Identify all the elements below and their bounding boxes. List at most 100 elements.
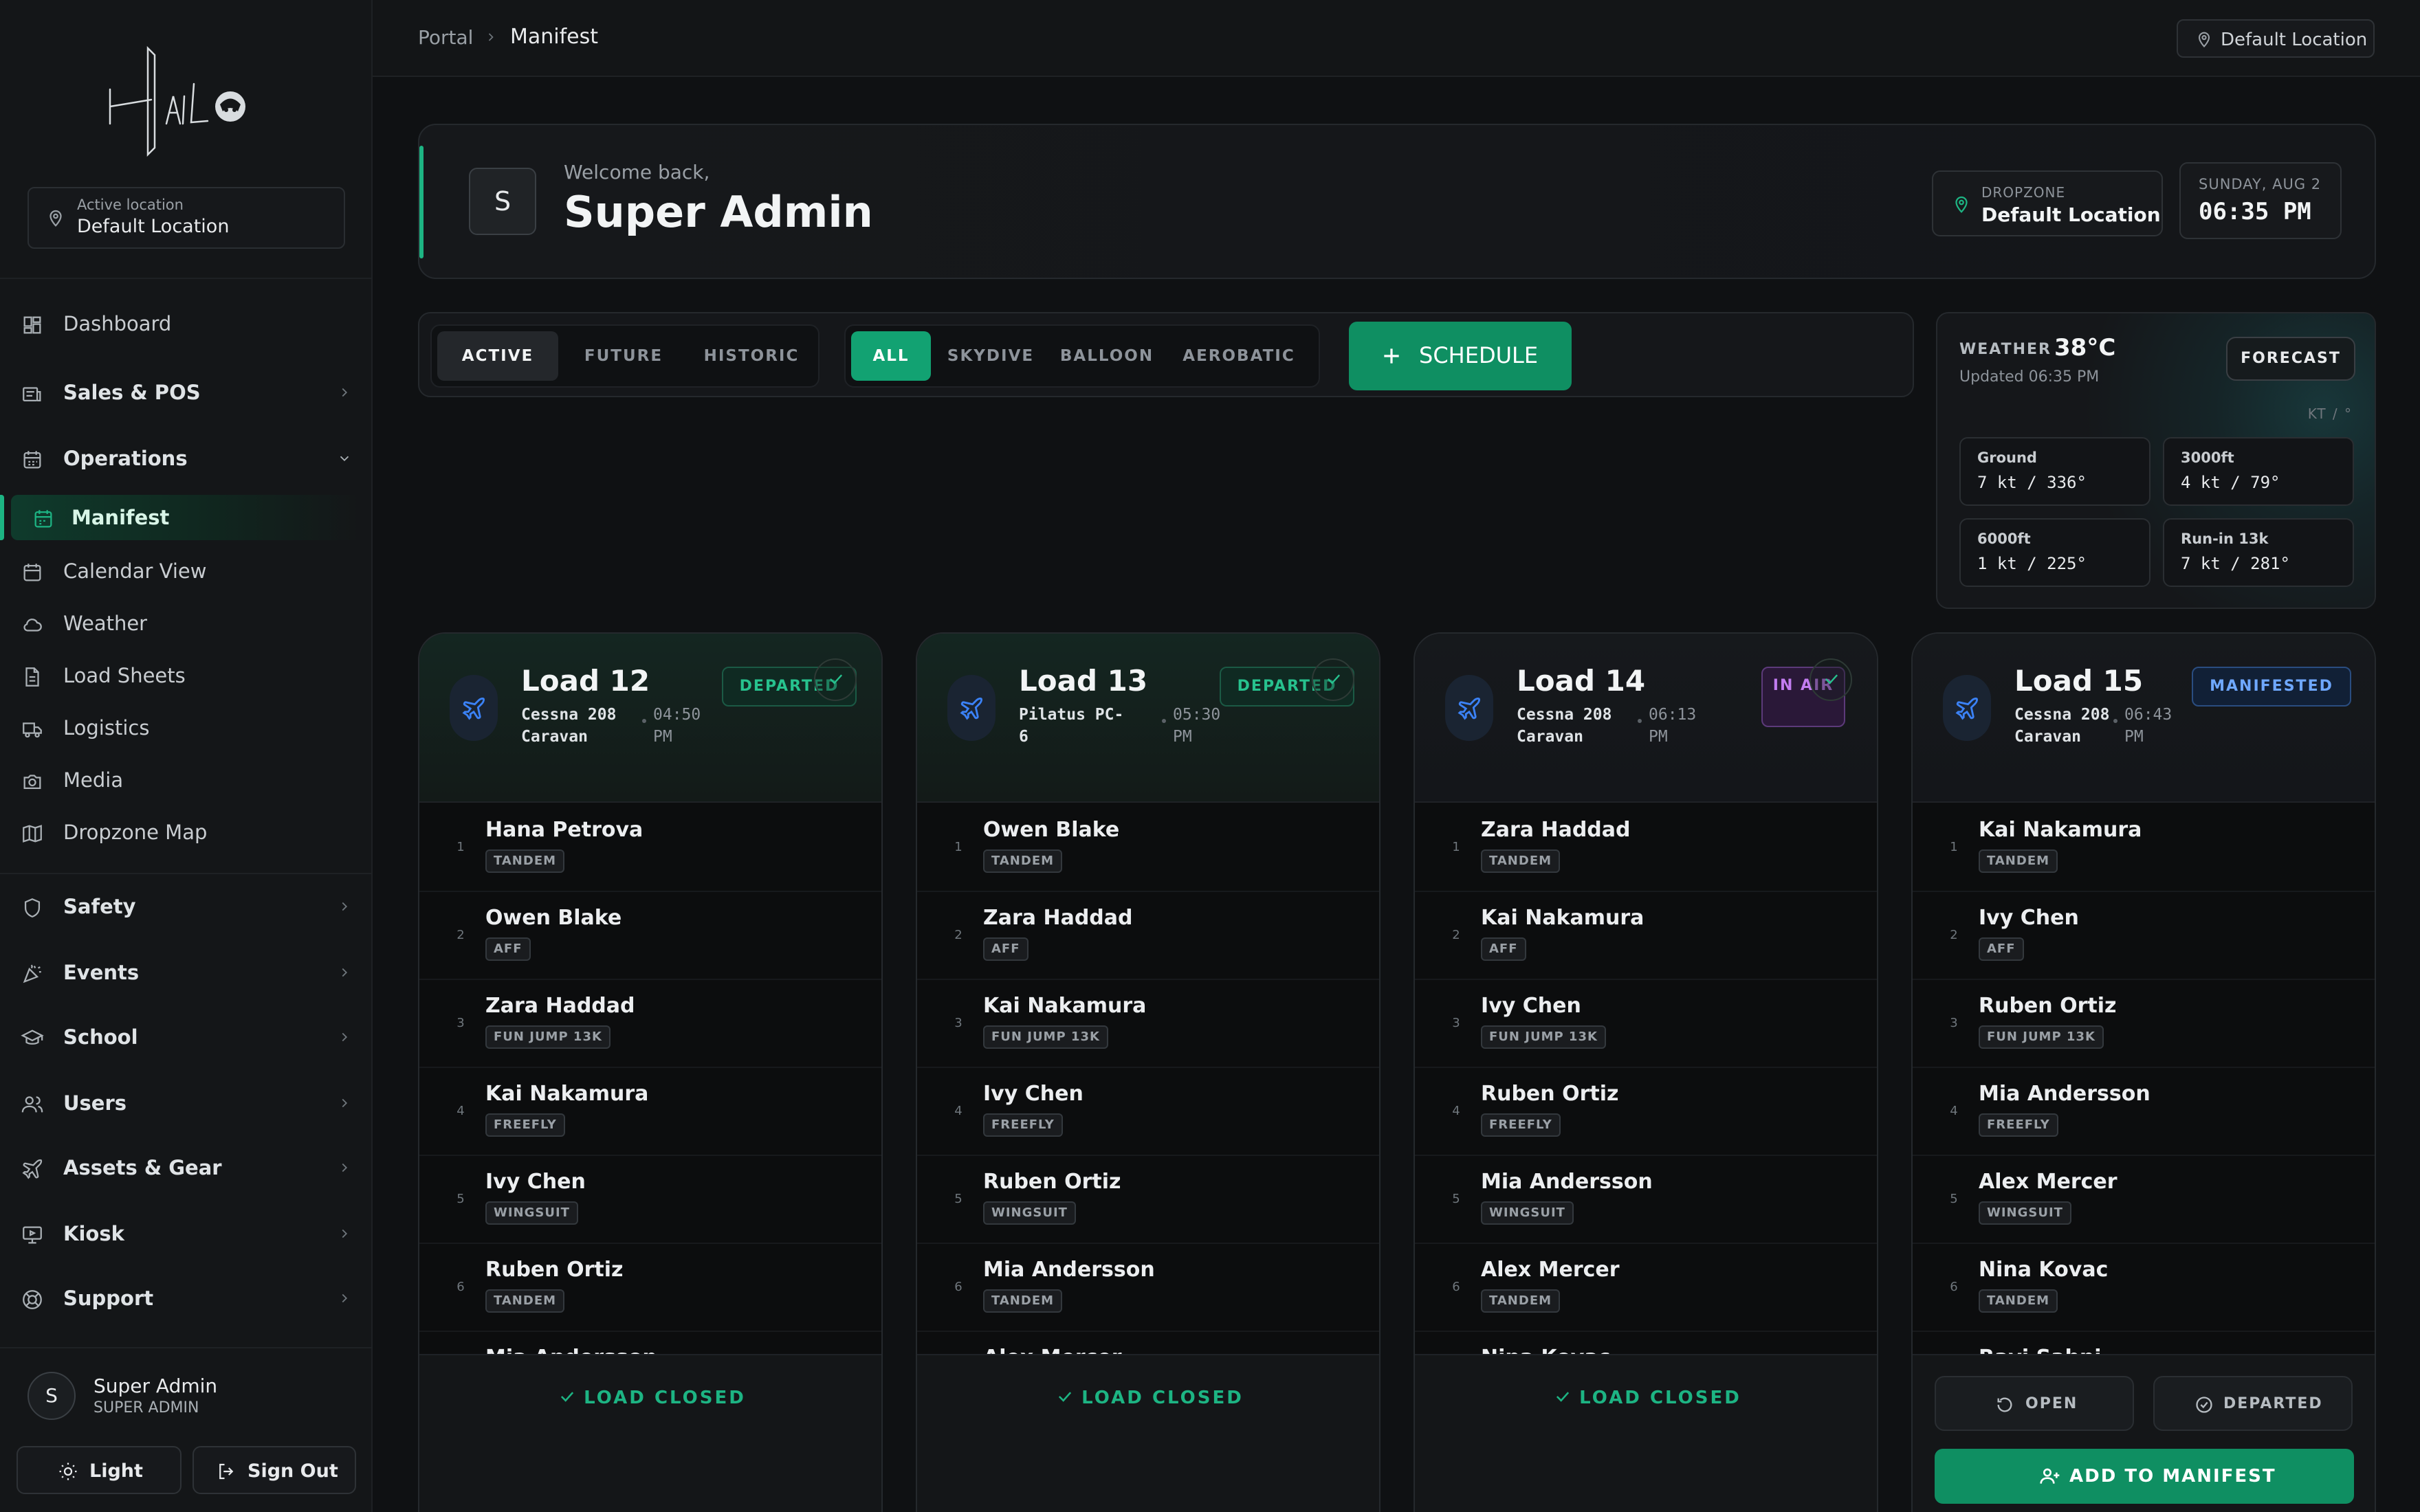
sidebar-item-load-sheets[interactable]: Load Sheets	[0, 653, 373, 698]
list-item[interactable]: 4 Mia Andersson FREEFLY	[1913, 1068, 2375, 1156]
schedule-button[interactable]: SCHEDULE	[1349, 322, 1572, 390]
list-item[interactable]: 2 Owen Blake AFF	[419, 892, 881, 980]
slot-number: 5	[1452, 1192, 1460, 1206]
jumper-name: Owen Blake	[983, 818, 1120, 842]
load-card[interactable]: Load 15 Cessna 208 Caravan 06:43 PM MANI…	[1911, 632, 2376, 1512]
filter-bar: ACTIVE FUTURE HISTORIC ALL SKYDIVE BALLO…	[418, 312, 1914, 397]
sidebar-item-label: Dropzone Map	[63, 821, 208, 844]
load-time: 06:43 PM	[2124, 706, 2172, 746]
wind-unit: KT / °	[2307, 405, 2353, 422]
list-item[interactable]: 2 Zara Haddad AFF	[917, 892, 1379, 980]
list-item[interactable]: 4 Ruben Ortiz FREEFLY	[1415, 1068, 1877, 1156]
tab-skydive[interactable]: SKYDIVE	[939, 331, 1042, 381]
sidebar-group-label: Sales & POS	[63, 381, 201, 404]
add-to-manifest-button[interactable]: ADD TO MANIFEST	[1935, 1449, 2354, 1504]
aircraft-name: Cessna 208 Caravan	[521, 706, 617, 746]
list-item[interactable]: 2 Ivy Chen AFF	[1913, 892, 2375, 980]
divider	[0, 278, 373, 279]
sidebar-group-users[interactable]: Users	[0, 1080, 373, 1126]
date-label: SUNDAY, AUG 2	[2199, 176, 2322, 192]
sidebar-group-safety[interactable]: Safety	[0, 884, 373, 929]
jump-type-tag: WINGSUIT	[1979, 1201, 2071, 1225]
list-item[interactable]: 5 Mia Andersson WINGSUIT	[1415, 1156, 1877, 1244]
wind-value: 7 kt / 336°	[1977, 473, 2087, 492]
jumper-name: Ivy Chen	[485, 1170, 586, 1194]
list-item[interactable]: 1 Hana Petrova TANDEM	[419, 804, 881, 892]
load-time: 05:30 PM	[1173, 706, 1221, 746]
tab-aerobatic[interactable]: AEROBATIC	[1172, 331, 1306, 381]
sidebar-group-label: Safety	[63, 895, 136, 918]
list-item[interactable]: 3 Kai Nakamura FUN JUMP 13K	[917, 980, 1379, 1068]
list-item[interactable]: 5 Ivy Chen WINGSUIT	[419, 1156, 881, 1244]
list-item[interactable]: 1 Owen Blake TANDEM	[917, 804, 1379, 892]
list-item[interactable]: 3 Ivy Chen FUN JUMP 13K	[1415, 980, 1877, 1068]
jump-type-tag: TANDEM	[1481, 849, 1561, 873]
list-item[interactable]: 6 Nina Kovac TANDEM	[1913, 1244, 2375, 1332]
tab-balloon[interactable]: BALLOON	[1052, 331, 1162, 381]
load-closed-status: LOAD CLOSED	[917, 1387, 1379, 1408]
sidebar-group-events[interactable]: Events	[0, 950, 373, 995]
list-item[interactable]: 6 Ruben Ortiz TANDEM	[419, 1244, 881, 1332]
sidebar-group-kiosk[interactable]: Kiosk	[0, 1211, 373, 1256]
tab-future[interactable]: FUTURE	[566, 331, 681, 381]
list-item[interactable]: 6 Mia Andersson TANDEM	[917, 1244, 1379, 1332]
dropzone-card[interactable]: DROPZONE Default Location	[1932, 170, 2163, 236]
load-title: Load 13	[1019, 664, 1148, 698]
sidebar-group-support[interactable]: Support	[0, 1276, 373, 1321]
sidebar-item-calendar-view[interactable]: Calendar View	[0, 548, 373, 594]
sidebar-item-media[interactable]: Media	[0, 757, 373, 803]
wind-value: 1 kt / 225°	[1977, 554, 2087, 573]
location-selector[interactable]: Default Location	[2177, 19, 2375, 58]
load-closed-status: LOAD CLOSED	[419, 1387, 881, 1408]
load-card[interactable]: Load 13 Pilatus PC-6 05:30 PM DEPARTED 1…	[916, 632, 1380, 1512]
active-indicator	[0, 495, 4, 540]
jumper-name: Mia Andersson	[983, 1258, 1155, 1282]
wind-altitude: Ground	[1977, 449, 2037, 466]
confirm-check-button[interactable]	[1312, 658, 1354, 701]
wind-value: 4 kt / 79°	[2181, 473, 2280, 492]
tab-active[interactable]: ACTIVE	[437, 331, 558, 381]
sidebar-group-assets-gear[interactable]: Assets & Gear	[0, 1145, 373, 1190]
open-load-button[interactable]: OPEN	[1935, 1376, 2134, 1431]
list-item[interactable]: 4 Ivy Chen FREEFLY	[917, 1068, 1379, 1156]
confirm-check-button[interactable]	[814, 658, 857, 701]
list-item[interactable]: 5 Alex Mercer WINGSUIT	[1913, 1156, 2375, 1244]
sidebar-item-dropzone-map[interactable]: Dropzone Map	[0, 810, 373, 855]
sidebar-group-label: School	[63, 1025, 138, 1049]
sidebar-group-sales[interactable]: Sales & POS	[0, 370, 373, 415]
separator-dot	[1638, 719, 1642, 723]
sidebar-item-weather[interactable]: Weather	[0, 601, 373, 646]
jumper-name: Ruben Ortiz	[1979, 994, 2117, 1018]
active-location-selector[interactable]: Active location Default Location	[28, 187, 345, 249]
sidebar-group-school[interactable]: School	[0, 1014, 373, 1060]
datetime-card: SUNDAY, AUG 2 06:35 PM	[2179, 162, 2342, 239]
departed-button[interactable]: DEPARTED	[2153, 1376, 2353, 1431]
sidebar-item-manifest[interactable]: Manifest	[11, 495, 362, 540]
load-card[interactable]: Load 12 Cessna 208 Caravan 04:50 PM DEPA…	[418, 632, 883, 1512]
confirm-check-button[interactable]	[1810, 658, 1852, 701]
forecast-button[interactable]: FORECAST	[2226, 337, 2355, 381]
aircraft-badge	[1943, 675, 1991, 741]
avatar[interactable]: S	[28, 1372, 76, 1420]
sign-out-button[interactable]: Sign Out	[192, 1446, 356, 1494]
refresh-icon	[1997, 1397, 2012, 1412]
tab-all[interactable]: ALL	[851, 331, 931, 381]
list-item[interactable]: 1 Zara Haddad TANDEM	[1415, 804, 1877, 892]
list-item[interactable]: 3 Ruben Ortiz FUN JUMP 13K	[1913, 980, 2375, 1068]
list-item[interactable]: 3 Zara Haddad FUN JUMP 13K	[419, 980, 881, 1068]
list-item[interactable]: 6 Alex Mercer TANDEM	[1415, 1244, 1877, 1332]
aircraft-badge	[947, 675, 996, 741]
list-item[interactable]: 5 Ruben Ortiz WINGSUIT	[917, 1156, 1379, 1244]
list-item[interactable]: 1 Kai Nakamura TANDEM	[1913, 804, 2375, 892]
camera-icon	[23, 775, 41, 790]
check-icon	[1328, 674, 1341, 685]
breadcrumb-portal[interactable]: Portal	[418, 26, 473, 49]
list-item[interactable]: 4 Kai Nakamura FREEFLY	[419, 1068, 881, 1156]
list-item[interactable]: 2 Kai Nakamura AFF	[1415, 892, 1877, 980]
tab-historic[interactable]: HISTORIC	[689, 331, 814, 381]
load-card[interactable]: Load 14 Cessna 208 Caravan 06:13 PM IN A…	[1414, 632, 1878, 1512]
sidebar-group-operations[interactable]: Operations	[0, 436, 373, 481]
sidebar-item-logistics[interactable]: Logistics	[0, 705, 373, 751]
sidebar-item-dashboard[interactable]: Dashboard	[0, 301, 373, 346]
light-theme-button[interactable]: Light	[16, 1446, 182, 1494]
